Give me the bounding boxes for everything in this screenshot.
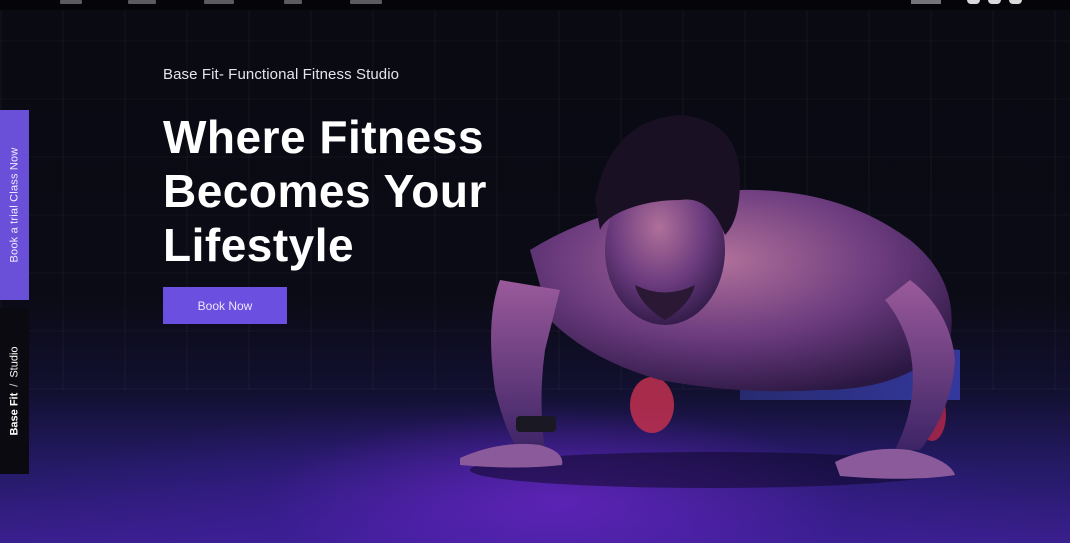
top-navigation-bar	[0, 0, 1070, 10]
hero-eyebrow: Base Fit- Functional Fitness Studio	[163, 66, 400, 83]
hero-headline: Where Fitness Becomes Your Lifestyle	[163, 110, 603, 272]
header-circle[interactable]	[988, 0, 1001, 4]
book-trial-class-label: Book a trial Class Now	[8, 147, 21, 263]
header-circle[interactable]	[1009, 0, 1022, 4]
nav-item[interactable]	[204, 0, 234, 4]
brand-primary: Base Fit	[8, 392, 21, 436]
headline-line-3: Lifestyle	[163, 219, 355, 271]
headline-line-1: Where Fitness	[163, 111, 484, 163]
top-right-controls	[911, 0, 1022, 4]
hero-section: Book a trial Class Now Base Fit / Studio B…	[0, 0, 1070, 543]
side-brand-label: Base Fit / Studio	[0, 308, 29, 474]
nav-item[interactable]	[284, 0, 302, 4]
book-now-button[interactable]: Book Now	[163, 287, 287, 324]
book-trial-class-side-button[interactable]: Book a trial Class Now	[0, 110, 29, 300]
nav-item[interactable]	[128, 0, 156, 4]
nav-item[interactable]	[60, 0, 82, 4]
user-icon[interactable]	[911, 0, 941, 4]
brand-secondary: Studio	[8, 346, 21, 378]
nav-item[interactable]	[350, 0, 382, 4]
brand-separator: /	[8, 383, 21, 387]
header-circle[interactable]	[967, 0, 980, 4]
headline-line-2: Becomes Your	[163, 165, 487, 217]
